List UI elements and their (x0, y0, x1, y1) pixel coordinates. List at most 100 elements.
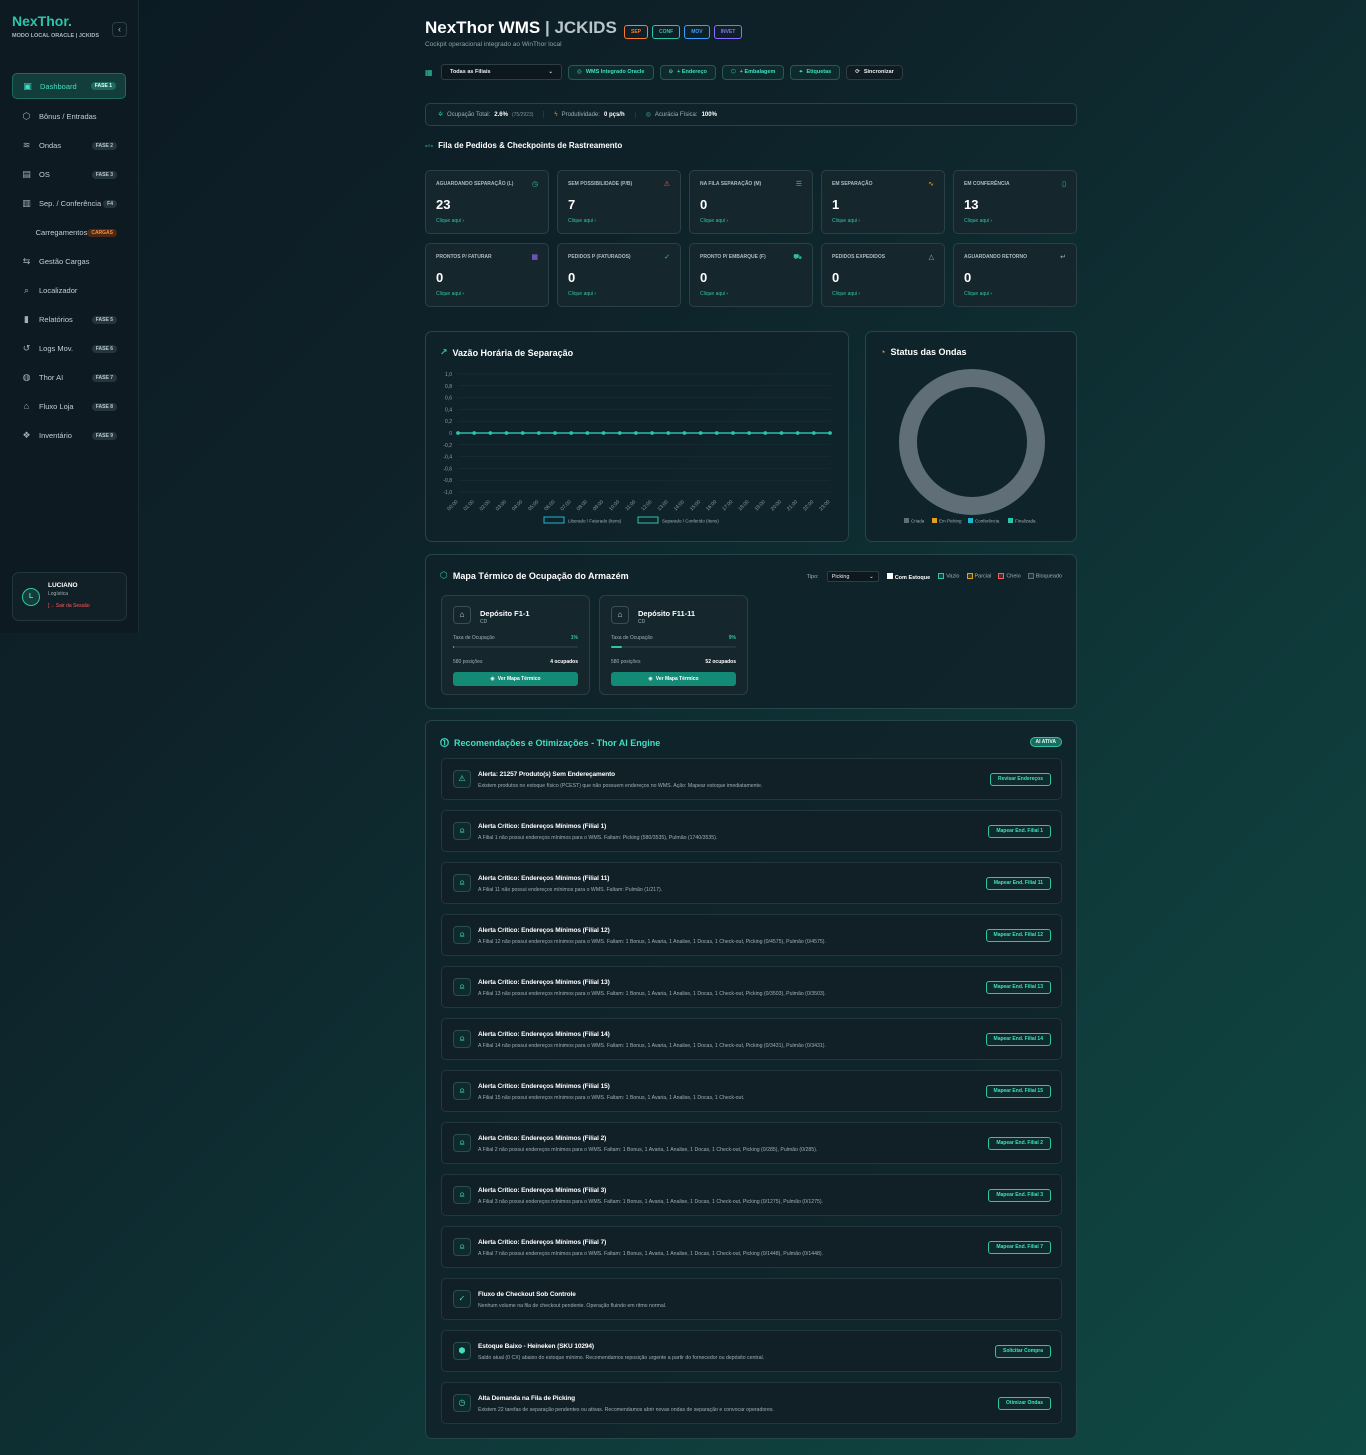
sidebar-item-carregamentos[interactable]: Carregamentos CARGAS (12, 218, 126, 247)
deposit-name: Depósito F1-1 (480, 609, 530, 618)
queue-card[interactable]: EM CONFERÊNCIA ▯ 13 Clique aqui › (953, 170, 1077, 234)
stat-ocupacao-label: Ocupação Total: (447, 111, 491, 118)
user-card: L LUCIANO Logística [→ Sair da Sessão (12, 572, 127, 621)
queue-card-link[interactable]: Clique aqui › (436, 291, 464, 297)
sidebar-item-label: Sep. / Conferência (39, 199, 102, 208)
queue-card-link[interactable]: Clique aqui › (700, 291, 728, 297)
queue-card-link[interactable]: Clique aqui › (568, 218, 596, 224)
queue-card[interactable]: NA FILA SEPARAÇÃO (M) ☰ 0 Clique aqui › (689, 170, 813, 234)
recommendation-desc: A Filial 1 não possui endereços mínimos … (478, 835, 718, 841)
queue-card-title: PRONTO P/ EMBARQUE (F) (700, 254, 766, 260)
sidebar-item-thor-ai[interactable]: ◍ Thor AI FASE 7 (12, 363, 126, 392)
recommendation-action-button[interactable]: Mapear End. Filial 13 (985, 981, 1051, 994)
queue-card-link[interactable]: Clique aqui › (832, 218, 860, 224)
add-endereco-button[interactable]: ⊙ + Endereço (659, 64, 716, 80)
filial-select[interactable]: Todas as Filiais ⌄ (441, 64, 562, 80)
sidebar-item-fluxo-loja[interactable]: ⌂ Fluxo Loja FASE 8 (12, 392, 126, 421)
stat-produtividade-value: 0 pçs/h (603, 111, 625, 118)
x-tick-label: 23:00 (818, 499, 831, 512)
sidebar-item-invent-rio[interactable]: ❖ Inventário FASE 9 (12, 421, 126, 450)
recommendation-title: Alta Demanda na Fila de Picking (478, 1395, 575, 1402)
queue-card[interactable]: PRONTO P/ EMBARQUE (F) ⛟ 0 Clique aqui › (689, 243, 813, 307)
lightbulb-icon: ⓵ (440, 738, 450, 748)
recommendation-action-button[interactable]: Mapear End. Filial 15 (985, 1085, 1051, 1098)
view-heatmap-button[interactable]: ◉ Ver Mapa Térmico (611, 672, 736, 686)
legend-vazio: Vazio (938, 573, 960, 580)
recommendation-action-button[interactable]: Solicitar Compra (994, 1345, 1051, 1358)
page-title-separator: | (540, 18, 555, 37)
x-tick-label: 21:00 (786, 499, 799, 512)
queue-card-link[interactable]: Clique aqui › (568, 291, 596, 297)
add-embalagem-button[interactable]: ⬡ + Embalagem (721, 64, 785, 80)
sidebar-item-label: Relatórios (39, 315, 73, 324)
queue-card-link-label: Clique aqui (568, 218, 594, 224)
queue-card-title: PRONTOS P/ FATURAR (436, 254, 492, 260)
queue-card[interactable]: PEDIDOS EXPEDIDOS △ 0 Clique aqui › (821, 243, 945, 307)
brand-logo[interactable]: NexThor. (12, 13, 72, 29)
recommendation-action-button[interactable]: Mapear End. Filial 14 (985, 1033, 1051, 1046)
sidebar-item-os[interactable]: ▤ OS FASE 3 (12, 160, 126, 189)
sidebar-item-b-nus-entradas[interactable]: ⬡ Bônus / Entradas (12, 102, 126, 131)
sidebar-item-gest-o-cargas[interactable]: ⇆ Gestão Cargas (12, 247, 126, 276)
legend-swatch (1008, 518, 1013, 523)
queue-card[interactable]: AGUARDANDO RETORNO ↵ 0 Clique aqui › (953, 243, 1077, 307)
queue-card-link[interactable]: Clique aqui › (832, 291, 860, 297)
siren-icon: ⍝ (453, 1030, 471, 1048)
etiquetas-label: Etiquetas (806, 69, 832, 75)
queue-card-link-label: Clique aqui (964, 218, 990, 224)
recommendation-action-button[interactable]: Mapear End. Filial 2 (988, 1137, 1051, 1150)
sidebar-item-dashboard[interactable]: ▣ Dashboard FASE 1 (12, 73, 126, 99)
queue-card-link[interactable]: Clique aqui › (700, 218, 728, 224)
positions-count: 580 posições (453, 659, 483, 665)
view-heatmap-button[interactable]: ◉ Ver Mapa Térmico (453, 672, 578, 686)
recommendation-action-button[interactable]: Revisar Endereços (989, 773, 1051, 786)
recommendation-action-button[interactable]: Mapear End. Filial 7 (988, 1241, 1051, 1254)
logout-icon: [→ (48, 603, 55, 609)
recommendation-action-button[interactable]: Mapear End. Filial 1 (988, 825, 1051, 838)
sidebar-item-ondas[interactable]: ≋ Ondas FASE 2 (12, 131, 126, 160)
sidebar-item-relat-rios[interactable]: ▮ Relatórios FASE 5 (12, 305, 126, 334)
recommendation-item: ⍝ Alerta Crítico: Endereços Mínimos (Fil… (441, 862, 1062, 904)
legend-label: Em Picking (939, 519, 962, 524)
waves-chart: Criada Em Picking Conferência Finalizada (899, 369, 1045, 524)
queue-card[interactable]: EM SEPARAÇÃO ∿ 1 Clique aqui › (821, 170, 945, 234)
stat-acuracia-label: Acurácia Física: (654, 111, 698, 118)
rate-label: Taxa de Ocupação (453, 635, 495, 641)
sidebar-item-label: Bônus / Entradas (39, 112, 97, 121)
legend-swatch (938, 573, 945, 580)
wms-oracle-button[interactable]: ◎ WMS Integrado Oracle (568, 64, 654, 80)
queue-card-link[interactable]: Clique aqui › (964, 291, 992, 297)
sidebar-item-localizador[interactable]: ⌕ Localizador (12, 276, 126, 305)
logout-link[interactable]: [→ Sair da Sessão (48, 603, 90, 609)
recommendation-item: ⍝ Alerta Crítico: Endereços Mínimos (Fil… (441, 966, 1062, 1008)
legend-label: Criada (911, 519, 925, 524)
sincronizar-label: Sincronizar (863, 69, 894, 75)
rate-value: 9% (728, 635, 736, 641)
queue-card-link[interactable]: Clique aqui › (436, 218, 464, 224)
sidebar-item-label: Thor AI (39, 373, 64, 382)
queue-card-link[interactable]: Clique aqui › (964, 218, 992, 224)
etiquetas-button[interactable]: ⌖ Etiquetas (790, 64, 841, 80)
recommendation-action-button[interactable]: Otimizar Ondas (998, 1397, 1051, 1410)
ai-title-text: Recomendações e Otimizações - Thor AI En… (454, 737, 661, 748)
legend-label: Conferência (975, 519, 1000, 524)
sidebar-item-logs-mov-[interactable]: ↺ Logs Mov. FASE 6 (12, 334, 126, 363)
tipo-select[interactable]: Picking ⌄ (826, 571, 879, 582)
collapse-sidebar-button[interactable]: ‹ (112, 22, 127, 37)
sidebar-item-sep-confer-ncia[interactable]: ▥ Sep. / Conferência F4 (12, 189, 126, 218)
check-circle-icon: ✓ (664, 254, 670, 261)
data-point (763, 431, 768, 435)
queue-card[interactable]: PEDIDOS P (FATURADOS) ✓ 0 Clique aqui › (557, 243, 681, 307)
queue-card[interactable]: PRONTOS P/ FATURAR ▦ 0 Clique aqui › (425, 243, 549, 307)
queue-card[interactable]: AGUARDANDO SEPARAÇÃO (L) ◷ 23 Clique aqu… (425, 170, 549, 234)
filial-select-value: Todas as Filiais (450, 69, 491, 75)
sidebar-item-label: OS (39, 170, 50, 179)
com-estoque-checkbox[interactable]: Com Estoque (886, 572, 930, 581)
recommendation-action-button[interactable]: Mapear End. Filial 3 (988, 1189, 1051, 1202)
recommendation-action-button[interactable]: Mapear End. Filial 12 (985, 929, 1051, 942)
sincronizar-button[interactable]: ⟳ Sincronizar (846, 64, 903, 80)
recommendation-action-button[interactable]: Mapear End. Filial 11 (985, 877, 1051, 890)
positions-count: 580 posições (611, 659, 641, 665)
sidebar-item-badge: CARGAS (87, 228, 117, 237)
queue-card[interactable]: SEM POSSIBILIDADE (P/B) ⚠ 7 Clique aqui … (557, 170, 681, 234)
